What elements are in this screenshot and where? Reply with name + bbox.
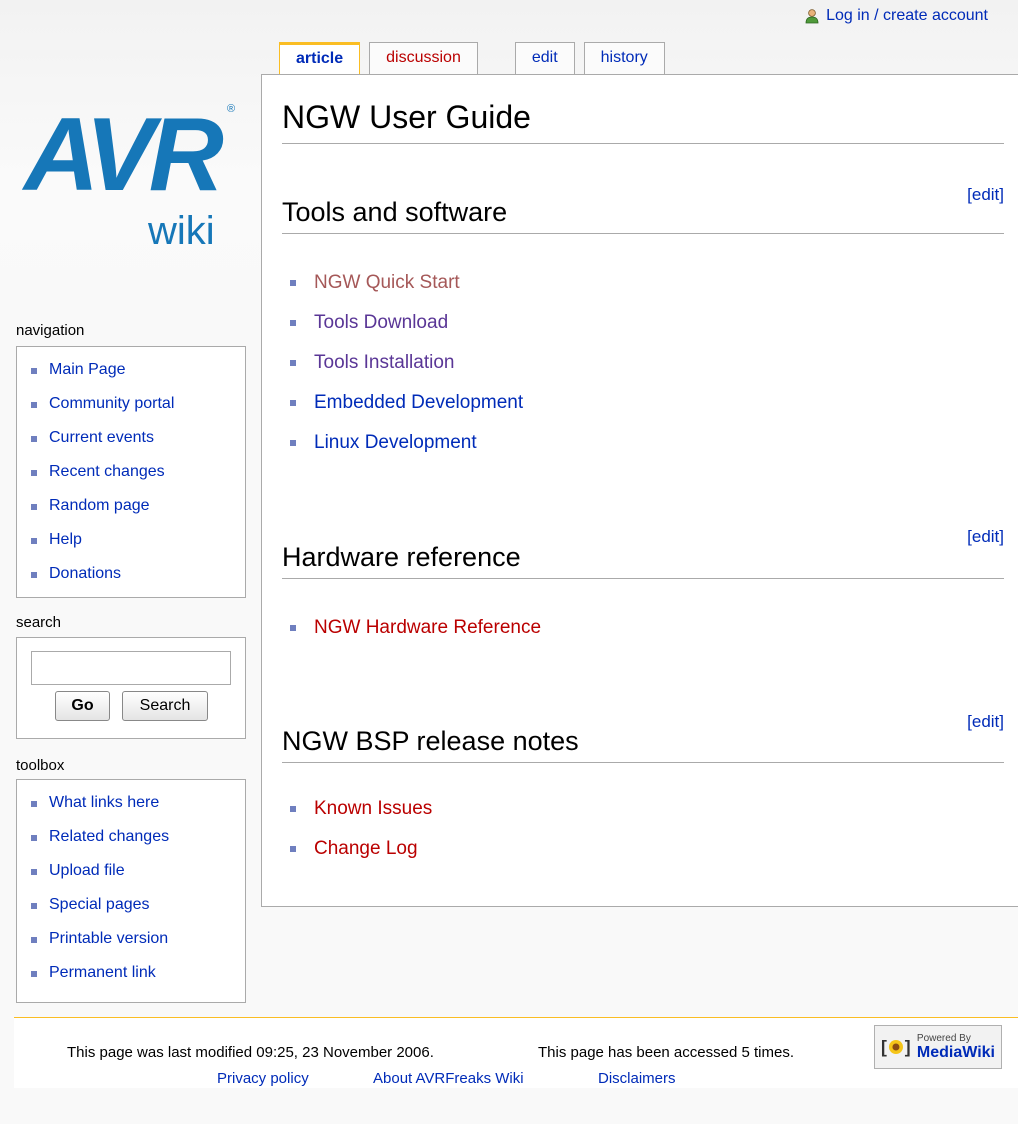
toolbox-heading: toolbox	[16, 757, 65, 774]
badge-powered-by: Powered By	[916, 1033, 971, 1044]
tab-discussion[interactable]: discussion	[369, 42, 478, 74]
logo-main-text: AVR	[21, 97, 224, 213]
link-change-log[interactable]: Change Log	[290, 829, 432, 869]
link-linux-development[interactable]: Linux Development	[290, 423, 523, 463]
section-heading-hardware: Hardware reference	[282, 540, 1004, 579]
search-button[interactable]: Search	[122, 691, 208, 721]
tab-article[interactable]: article	[279, 42, 361, 75]
site-logo[interactable]: AVR ® wiki	[18, 92, 243, 253]
nav-item-current-events[interactable]: Current events	[31, 421, 245, 455]
toolbox-item-what-links-here[interactable]: What links here	[31, 786, 245, 820]
nav-item-community-portal[interactable]: Community portal	[31, 387, 245, 421]
content-area: NGW User Guide [edit] Tools and software…	[261, 74, 1018, 907]
link-embedded-development[interactable]: Embedded Development	[290, 383, 523, 423]
bsp-link-list: Known Issues Change Log	[290, 789, 432, 869]
navigation-portlet: Main Page Community portal Current event…	[16, 346, 246, 598]
avr-wiki-logo: AVR ® wiki	[21, 97, 235, 253]
mediawiki-sunflower-icon: [ ]	[881, 1037, 911, 1057]
tab-history[interactable]: history	[583, 42, 665, 74]
link-tools-installation[interactable]: Tools Installation	[290, 343, 523, 383]
search-heading: search	[16, 614, 62, 631]
logo-sub-text: wiki	[147, 209, 215, 252]
powered-by-mediawiki-badge[interactable]: [ ] Powered By MediaWiki	[874, 1025, 1002, 1069]
nav-item-donations[interactable]: Donations	[31, 557, 245, 591]
link-tools-download[interactable]: Tools Download	[290, 303, 523, 343]
svg-text:[: [	[881, 1037, 887, 1057]
toolbox-portlet: What links here Related changes Upload f…	[16, 779, 246, 1003]
toolbox-item-related-changes[interactable]: Related changes	[31, 820, 245, 854]
link-ngw-quick-start[interactable]: NGW Quick Start	[290, 263, 523, 303]
nav-item-main-page[interactable]: Main Page	[31, 353, 245, 387]
user-icon	[805, 9, 819, 24]
page-tabs: article discussion edit history	[279, 42, 674, 75]
tab-edit[interactable]: edit	[514, 42, 575, 74]
page-footer: This page was last modified 09:25, 23 No…	[14, 1017, 1018, 1088]
hardware-link-list: NGW Hardware Reference	[290, 608, 541, 648]
toolbox-item-permanent-link[interactable]: Permanent link	[31, 956, 245, 990]
go-button[interactable]: Go	[55, 691, 110, 721]
footer-privacy-link[interactable]: Privacy policy	[217, 1070, 309, 1087]
nav-item-random-page[interactable]: Random page	[31, 489, 245, 523]
nav-item-recent-changes[interactable]: Recent changes	[31, 455, 245, 489]
footer-disclaimers-link[interactable]: Disclaimers	[598, 1070, 676, 1087]
footer-access-count: This page has been accessed 5 times.	[538, 1044, 794, 1061]
svg-text:]: ]	[905, 1037, 911, 1057]
toolbox-item-special-pages[interactable]: Special pages	[31, 888, 245, 922]
navigation-heading: navigation	[16, 322, 85, 339]
link-known-issues[interactable]: Known Issues	[290, 789, 432, 829]
link-ngw-hardware-reference[interactable]: NGW Hardware Reference	[290, 608, 541, 648]
footer-last-modified: This page was last modified 09:25, 23 No…	[67, 1044, 434, 1061]
page-title: NGW User Guide	[282, 97, 1004, 144]
badge-mediawiki: MediaWiki	[916, 1044, 995, 1061]
logo-registered-mark: ®	[227, 103, 235, 115]
search-input[interactable]	[31, 651, 231, 685]
toolbox-item-printable-version[interactable]: Printable version	[31, 922, 245, 956]
mediawiki-badge-text: Powered By MediaWiki	[917, 1033, 995, 1061]
tools-link-list: NGW Quick Start Tools Download Tools Ins…	[290, 263, 523, 463]
nav-item-help[interactable]: Help	[31, 523, 245, 557]
footer-about-link[interactable]: About AVRFreaks Wiki	[373, 1070, 524, 1087]
login-link[interactable]: Log in / create account	[826, 7, 988, 25]
personal-bar: Log in / create account	[804, 7, 988, 25]
section-heading-tools: Tools and software	[282, 195, 1004, 234]
toolbox-item-upload-file[interactable]: Upload file	[31, 854, 245, 888]
section-heading-bsp: NGW BSP release notes	[282, 724, 1004, 763]
